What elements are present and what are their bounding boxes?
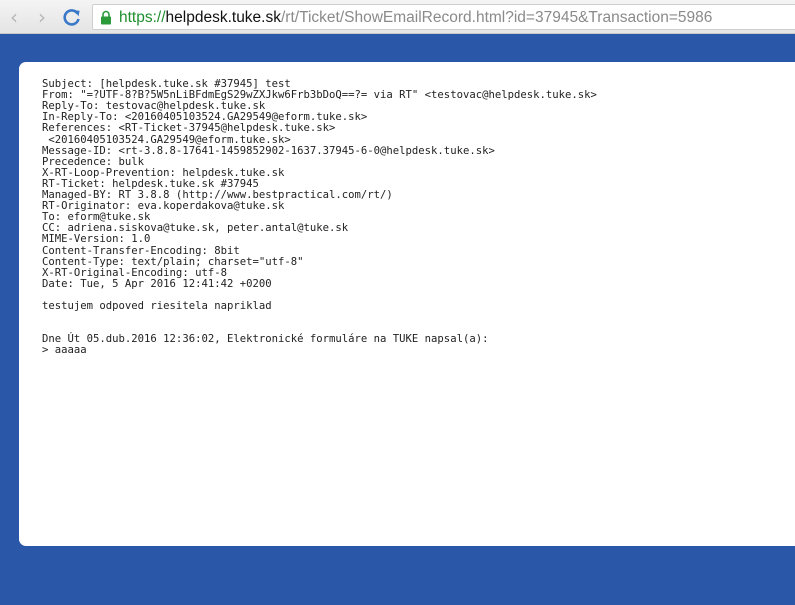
forward-icon[interactable]: ›	[34, 7, 50, 27]
email-body-text: testujem odpoved riesitela napriklad	[42, 299, 272, 312]
url-text: https://helpdesk.tuke.sk/rt/Ticket/ShowE…	[119, 8, 712, 28]
email-header-line: MIME-Version: 1.0	[42, 233, 151, 246]
email-quote-text: > aaaaa	[42, 344, 87, 357]
url-host: helpdesk.tuke.sk	[165, 9, 281, 26]
url-scheme: https://	[119, 9, 166, 26]
email-record: Subject: [helpdesk.tuke.sk #37945] test F…	[42, 68, 597, 356]
reload-icon[interactable]	[62, 7, 82, 27]
lock-icon	[101, 10, 111, 25]
email-header-line: References: <RT-Ticket-37945@helpdesk.tu…	[42, 122, 336, 135]
email-header-line: Date: Tue, 5 Apr 2016 12:41:42 +0200	[42, 277, 272, 290]
url-path: /rt/Ticket/ShowEmailRecord.html?id=37945…	[281, 9, 713, 26]
email-quote-intro: Dne Út 05.dub.2016 12:36:02, Elektronick…	[42, 333, 489, 346]
back-icon[interactable]: ‹	[6, 7, 22, 27]
email-header-line: Content-Transfer-Encoding: 8bit	[42, 244, 240, 257]
browser-toolbar: ‹ › https://helpdesk.tuke.sk/rt/Ticket/S…	[0, 0, 795, 34]
email-header-line: <20160405103524.GA29549@eform.tuke.sk>	[42, 133, 291, 146]
address-bar[interactable]: https://helpdesk.tuke.sk/rt/Ticket/ShowE…	[92, 4, 795, 30]
